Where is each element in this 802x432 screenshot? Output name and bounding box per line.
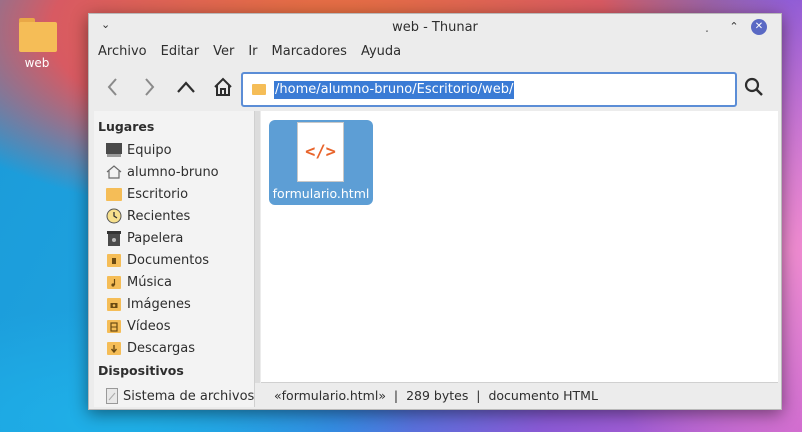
videos-folder-icon	[106, 318, 122, 334]
sidebar-item-papelera[interactable]: Papelera	[106, 228, 252, 248]
sidebar: Lugares Equipo alumno-bruno Escritorio R…	[94, 111, 255, 407]
html-file-icon: </>	[297, 122, 344, 182]
sidebar-item-label: Documentos	[127, 252, 210, 268]
sidebar-item-equipo[interactable]: Equipo	[106, 140, 252, 160]
devices-heading: Dispositivos	[98, 363, 184, 378]
forward-button[interactable]	[135, 73, 163, 101]
file-view[interactable]: </> formulario.html	[261, 111, 778, 382]
menubar: Archivo Editar Ver Ir Marcadores Ayuda	[89, 41, 781, 65]
recent-icon	[106, 208, 122, 224]
sidebar-item-sistema-de-archivos[interactable]: Sistema de archivos	[106, 386, 255, 406]
desktop-folder-web[interactable]: web	[14, 14, 60, 70]
back-arrow-icon	[107, 78, 117, 96]
maximize-button[interactable]: ⌃	[726, 19, 742, 35]
music-folder-icon	[106, 274, 122, 290]
file-item[interactable]: </> formulario.html	[269, 120, 373, 205]
sidebar-item-label: Papelera	[127, 230, 184, 246]
downloads-folder-icon	[106, 340, 122, 356]
sidebar-item-label: Recientes	[127, 208, 191, 224]
home-icon	[214, 77, 232, 96]
forward-arrow-icon	[145, 78, 155, 96]
location-path[interactable]: /home/alumno-bruno/Escritorio/web/	[274, 81, 515, 99]
sidebar-item-alumno-bruno[interactable]: alumno-bruno	[106, 162, 252, 182]
sidebar-item-descargas[interactable]: Descargas	[106, 338, 252, 358]
sidebar-item-imagenes[interactable]: Imágenes	[106, 294, 252, 314]
search-icon	[744, 77, 763, 96]
window-title: web - Thunar	[392, 20, 478, 35]
home-button[interactable]	[209, 73, 237, 101]
home-icon	[106, 164, 122, 180]
sidebar-item-label: Sistema de archivos	[123, 388, 255, 404]
sidebar-item-documentos[interactable]: Documentos	[106, 250, 252, 270]
menu-ver[interactable]: Ver	[206, 41, 241, 65]
sidebar-item-label: Vídeos	[127, 318, 171, 334]
drive-icon	[106, 388, 118, 404]
toolbar: /home/alumno-bruno/Escritorio/web/	[89, 65, 781, 109]
menu-ir[interactable]: Ir	[241, 41, 264, 65]
menu-marcadores[interactable]: Marcadores	[265, 41, 354, 65]
up-button[interactable]	[172, 73, 200, 101]
menu-archivo[interactable]: Archivo	[91, 41, 154, 65]
places-heading: Lugares	[98, 119, 155, 134]
main-content: Lugares Equipo alumno-bruno Escritorio R…	[94, 111, 778, 407]
sidebar-item-label: Equipo	[127, 142, 172, 158]
sidebar-item-label: Escritorio	[127, 186, 189, 202]
sidebar-scrollbar[interactable]	[255, 111, 260, 383]
titlebar: ⌄ web - Thunar ˯ ⌃ ✕	[89, 14, 781, 41]
folder-icon	[16, 14, 58, 54]
desktop-icon-label: web	[24, 56, 50, 70]
file-name: formulario.html	[272, 186, 370, 201]
close-button[interactable]: ✕	[751, 19, 767, 35]
desktop-folder-icon	[106, 186, 122, 202]
pictures-folder-icon	[106, 296, 122, 312]
documents-folder-icon	[106, 252, 122, 268]
statusbar: «formulario.html» | 289 bytes | document…	[261, 382, 778, 407]
location-bar[interactable]: /home/alumno-bruno/Escritorio/web/	[241, 72, 737, 107]
sidebar-item-musica[interactable]: Música	[106, 272, 252, 292]
sidebar-item-escritorio[interactable]: Escritorio	[106, 184, 252, 204]
menu-editar[interactable]: Editar	[154, 41, 207, 65]
sidebar-item-videos[interactable]: Vídeos	[106, 316, 252, 336]
up-arrow-icon	[177, 81, 195, 93]
code-glyph: </>	[305, 142, 336, 162]
back-button[interactable]	[99, 73, 127, 101]
trash-icon	[106, 230, 122, 246]
computer-icon	[106, 142, 122, 158]
search-button[interactable]	[740, 73, 768, 101]
sidebar-item-label: alumno-bruno	[127, 164, 219, 180]
minimize-button[interactable]: ˯	[699, 19, 715, 35]
folder-icon	[252, 84, 266, 95]
status-text: «formulario.html» | 289 bytes | document…	[274, 387, 598, 403]
menu-ayuda[interactable]: Ayuda	[354, 41, 408, 65]
sidebar-item-recientes[interactable]: Recientes	[106, 206, 252, 226]
thunar-window: ⌄ web - Thunar ˯ ⌃ ✕ Archivo Editar Ver …	[88, 13, 782, 410]
sidebar-item-label: Descargas	[127, 340, 196, 356]
sidebar-item-label: Imágenes	[127, 296, 191, 312]
sidebar-item-label: Música	[127, 274, 172, 290]
